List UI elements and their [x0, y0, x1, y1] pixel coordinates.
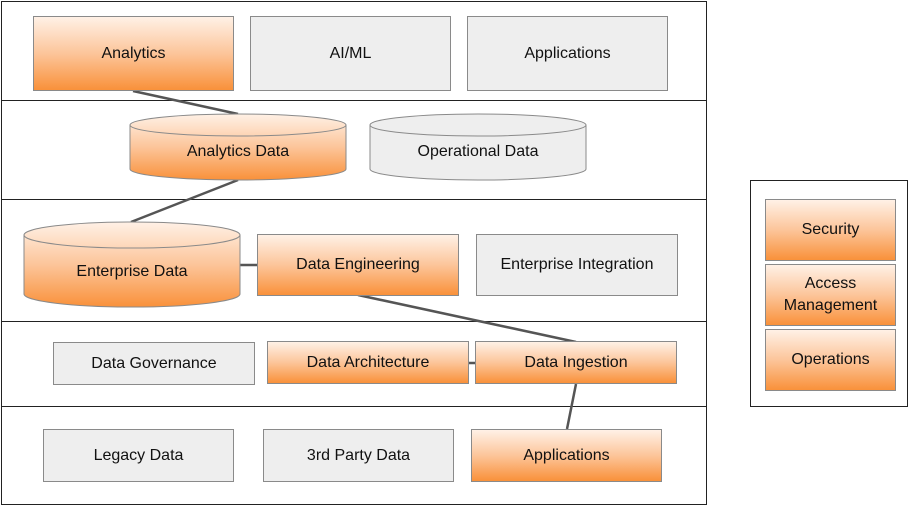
- analytics-data-label: Analytics Data: [186, 143, 290, 160]
- operational-data-label: Operational Data: [417, 143, 539, 160]
- applications-bottom-box[interactable]: Applications: [471, 429, 662, 482]
- data-architecture-label: Data Architecture: [306, 353, 430, 371]
- security-label: Security: [801, 221, 860, 238]
- operations-box[interactable]: Operations: [765, 329, 896, 391]
- enterprise-data-cylinder[interactable]: Enterprise Data: [23, 221, 241, 309]
- legacy-data-label: Legacy Data: [93, 446, 184, 464]
- operational-data-cylinder[interactable]: Operational Data: [369, 113, 587, 181]
- data-engineering-label: Data Engineering: [296, 256, 420, 273]
- applications-top-box[interactable]: Applications: [467, 16, 668, 91]
- access-management-box[interactable]: Access Management: [765, 264, 896, 326]
- ai-ml-label: AI/ML: [329, 44, 372, 62]
- data-ingestion-label: Data Ingestion: [524, 353, 628, 371]
- operations-label: Operations: [791, 351, 870, 368]
- enterprise-integration-label: Enterprise Integration: [500, 256, 654, 273]
- analytics-label: Analytics: [101, 44, 166, 62]
- data-architecture-box[interactable]: Data Architecture: [267, 341, 469, 384]
- access-management-label: Access Management: [783, 275, 878, 314]
- analytics-data-cylinder[interactable]: Analytics Data: [129, 113, 347, 181]
- applications-top-label: Applications: [524, 44, 611, 62]
- data-governance-label: Data Governance: [91, 354, 217, 372]
- third-party-data-box[interactable]: 3rd Party Data: [263, 429, 454, 482]
- data-engineering-box[interactable]: Data Engineering: [257, 234, 459, 296]
- legacy-data-box[interactable]: Legacy Data: [43, 429, 234, 482]
- data-ingestion-box[interactable]: Data Ingestion: [475, 341, 677, 384]
- security-box[interactable]: Security: [765, 199, 896, 261]
- cross-cutting-panel: Security Access Management Operations: [750, 180, 908, 407]
- applications-bottom-label: Applications: [523, 446, 610, 464]
- data-governance-box[interactable]: Data Governance: [53, 342, 255, 385]
- third-party-data-label: 3rd Party Data: [306, 446, 411, 464]
- enterprise-integration-box[interactable]: Enterprise Integration: [476, 234, 678, 296]
- enterprise-data-label: Enterprise Data: [76, 263, 188, 280]
- layer-data-stores: [1, 100, 707, 200]
- analytics-box[interactable]: Analytics: [33, 16, 234, 91]
- ai-ml-box[interactable]: AI/ML: [250, 16, 451, 91]
